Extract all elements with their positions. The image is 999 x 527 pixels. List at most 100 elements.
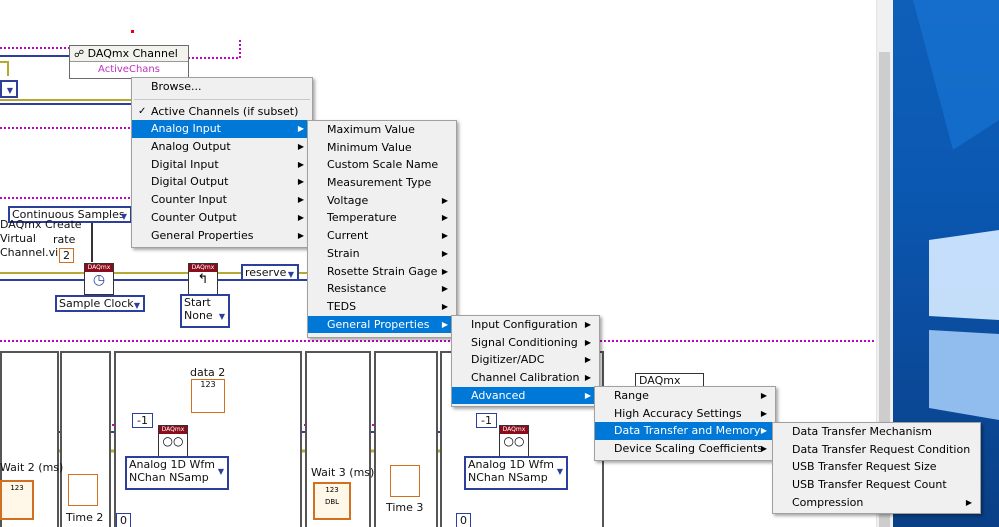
reserve-enum[interactable]: reserve ▼ bbox=[241, 264, 299, 281]
menu-item-voltage[interactable]: Voltage ▶ bbox=[308, 192, 456, 210]
chevron-right-icon: ▶ bbox=[584, 355, 591, 365]
chevron-down-icon: ▼ bbox=[287, 270, 294, 279]
sample-clock-vi-icon[interactable]: DAQmx ◷ bbox=[84, 263, 114, 295]
menu-item-label: Range bbox=[614, 389, 649, 402]
menu-item-general-properties[interactable]: General Properties ▶ bbox=[132, 227, 312, 245]
daqmx-header: DAQmx bbox=[500, 426, 528, 434]
daqmx-read-right-icon[interactable]: DAQmx ○○ bbox=[499, 425, 529, 457]
menu-item-label: Voltage bbox=[327, 193, 369, 207]
create-vi-label-1: DAQmx Create bbox=[0, 218, 82, 231]
data2-label: data 2 bbox=[190, 366, 226, 379]
menu-item-label: Input Configuration bbox=[471, 318, 578, 331]
menu-item-custom-scale-name[interactable]: Custom Scale Name bbox=[308, 156, 456, 174]
read-left-enum[interactable]: Analog 1D Wfm NChan NSamp ▼ bbox=[125, 456, 229, 490]
menu-item-label: Signal Conditioning bbox=[471, 335, 578, 349]
menu-item-channel-calibration[interactable]: Channel Calibration ▶ bbox=[452, 369, 599, 387]
menu-item-analog-output[interactable]: Analog Output ▶ bbox=[132, 138, 312, 156]
wait3-label: Wait 3 (ms) bbox=[311, 466, 375, 479]
menu-item-label: Data Transfer Mechanism bbox=[792, 425, 932, 438]
time3-icon[interactable] bbox=[390, 465, 420, 497]
create-vi-label-3: Channel.vi bbox=[0, 246, 59, 259]
property-node-item[interactable]: ActiveChans bbox=[70, 62, 188, 77]
menu-item-label: Active Channels (if subset) bbox=[151, 104, 299, 118]
daqmx-read-left-icon[interactable]: DAQmx ○○ bbox=[158, 425, 188, 457]
menu-item-counter-output[interactable]: Counter Output ▶ bbox=[132, 209, 312, 227]
menu-item-label: Minimum Value bbox=[327, 140, 412, 154]
menu-item-device-scaling-coefficients[interactable]: Device Scaling Coefficients ▶ bbox=[595, 440, 775, 458]
start-task-vi-icon[interactable]: DAQmx ↰ bbox=[188, 263, 218, 295]
menu-item-data-transfer-and-memory[interactable]: Data Transfer and Memory ▶ bbox=[595, 422, 775, 441]
menu-item-compression[interactable]: Compression ▶ bbox=[773, 494, 980, 512]
menu-item-resistance[interactable]: Resistance ▶ bbox=[308, 280, 456, 298]
sample-clock-enum[interactable]: Sample Clock ▼ bbox=[55, 295, 145, 312]
menu-item-advanced[interactable]: Advanced ▶ bbox=[452, 386, 599, 405]
wait2-control[interactable]: 123 bbox=[0, 480, 34, 520]
menu-item-active-channels[interactable]: ✓ Active Channels (if subset) bbox=[132, 103, 312, 121]
menu-item-analog-input[interactable]: Analog Input ▶ bbox=[132, 120, 312, 139]
wait3-type: DBL bbox=[324, 498, 340, 506]
menu-item-label: Analog Output bbox=[151, 140, 231, 154]
menu-item-maximum-value[interactable]: Maximum Value bbox=[308, 121, 456, 139]
minus-one-right[interactable]: -1 bbox=[476, 413, 497, 428]
menu-item-digital-input[interactable]: Digital Input ▶ bbox=[132, 156, 312, 174]
property-node-header: ☍ DAQmx Channel bbox=[70, 46, 188, 62]
menu-item-strain[interactable]: Strain ▶ bbox=[308, 245, 456, 263]
chevron-right-icon: ▶ bbox=[760, 391, 767, 400]
menu-item-label: General Properties bbox=[327, 317, 430, 331]
time2-icon[interactable] bbox=[68, 474, 98, 506]
wait2-label: Wait 2 (ms) bbox=[0, 461, 64, 474]
chevron-right-icon: ▶ bbox=[441, 231, 448, 241]
daqmx-channel-property-node[interactable]: ☍ DAQmx Channel ActiveChans bbox=[69, 45, 189, 79]
menu-item-current[interactable]: Current ▶ bbox=[308, 227, 456, 245]
chevron-down-icon: ▼ bbox=[120, 212, 127, 221]
menu-item-digital-output[interactable]: Digital Output ▶ bbox=[132, 173, 312, 191]
menu-item-usb-transfer-request-size[interactable]: USB Transfer Request Size bbox=[773, 458, 980, 476]
menu-item-label: USB Transfer Request Count bbox=[792, 478, 947, 492]
submenu-advanced: Range ▶ High Accuracy Settings ▶ Data Tran… bbox=[594, 386, 776, 461]
index-right[interactable]: 0 bbox=[456, 513, 471, 527]
menu-item-temperature[interactable]: Temperature ▶ bbox=[308, 209, 456, 227]
menu-item-browse[interactable]: Browse... bbox=[132, 78, 312, 96]
menu-item-counter-input[interactable]: Counter Input ▶ bbox=[132, 191, 312, 209]
menu-item-label: Rosette Strain Gage bbox=[327, 264, 438, 278]
rate-constant[interactable]: 2 bbox=[59, 248, 74, 263]
menu-item-usb-transfer-request-count[interactable]: USB Transfer Request Count bbox=[773, 476, 980, 494]
reserve-value: reserve bbox=[245, 266, 287, 279]
chevron-down-icon: ▼ bbox=[133, 301, 140, 310]
menu-item-teds[interactable]: TEDS ▶ bbox=[308, 298, 456, 316]
chevron-right-icon: ▶ bbox=[297, 124, 304, 134]
read-right-enum[interactable]: Analog 1D Wfm NChan NSamp ▼ bbox=[464, 456, 568, 490]
time2-label: Time 2 bbox=[66, 511, 104, 524]
menu-item-digitizer-adc[interactable]: Digitizer/ADC ▶ bbox=[452, 351, 599, 369]
menu-item-label: High Accuracy Settings bbox=[614, 406, 742, 420]
chevron-right-icon: ▶ bbox=[965, 497, 972, 507]
chevron-right-icon: ▶ bbox=[441, 195, 448, 205]
chevron-right-icon: ▶ bbox=[760, 426, 767, 436]
wait3-control[interactable]: 123 DBL bbox=[313, 482, 351, 520]
daqmx-header: DAQmx bbox=[189, 264, 217, 272]
menu-item-signal-conditioning[interactable]: Signal Conditioning ▶ bbox=[452, 334, 599, 352]
menu-item-rosette-strain-gage[interactable]: Rosette Strain Gage ▶ bbox=[308, 263, 456, 281]
menu-item-ai-general-properties[interactable]: General Properties ▶ bbox=[308, 315, 456, 334]
index-left[interactable]: 0 bbox=[116, 513, 131, 527]
data2-indicator[interactable]: 123 bbox=[191, 379, 225, 413]
chevron-right-icon: ▶ bbox=[441, 319, 448, 329]
read-right-value: Analog 1D Wfm bbox=[468, 458, 554, 471]
menu-item-range[interactable]: Range ▶ bbox=[595, 387, 775, 405]
menu-item-measurement-type[interactable]: Measurement Type bbox=[308, 174, 456, 192]
minus-one-left[interactable]: -1 bbox=[132, 413, 153, 428]
create-vi-label-2: Virtual bbox=[0, 232, 36, 245]
menu-item-data-transfer-mechanism[interactable]: Data Transfer Mechanism bbox=[773, 423, 980, 441]
chevron-right-icon: ▶ bbox=[297, 159, 304, 169]
submenu-general-properties: Input Configuration ▶ Signal Conditioning… bbox=[451, 315, 600, 407]
submenu-analog-input: Maximum Value Minimum Value Custom Scale… bbox=[307, 120, 457, 338]
read-left-value: Analog 1D Wfm bbox=[129, 458, 215, 471]
left-enum-small[interactable]: ▼ bbox=[0, 80, 18, 98]
chevron-right-icon: ▶ bbox=[441, 266, 448, 276]
menu-item-data-transfer-request-condition[interactable]: Data Transfer Request Condition bbox=[773, 441, 980, 459]
menu-item-input-configuration[interactable]: Input Configuration ▶ bbox=[452, 316, 599, 334]
start-enum[interactable]: Start None ▼ bbox=[180, 294, 230, 328]
menu-item-minimum-value[interactable]: Minimum Value bbox=[308, 139, 456, 157]
menu-item-label: Temperature bbox=[327, 211, 397, 225]
menu-item-high-accuracy-settings[interactable]: High Accuracy Settings ▶ bbox=[595, 405, 775, 423]
